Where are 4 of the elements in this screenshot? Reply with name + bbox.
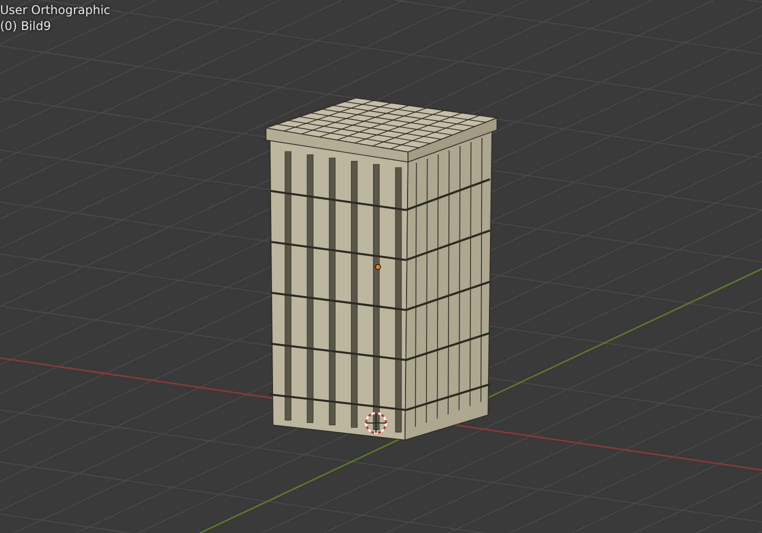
crosshair-cursor-icon (365, 412, 387, 434)
view-name: User Orthographic (0, 2, 110, 18)
origin-dot-icon (375, 264, 381, 270)
object-label: (0) Bild9 (0, 18, 52, 34)
